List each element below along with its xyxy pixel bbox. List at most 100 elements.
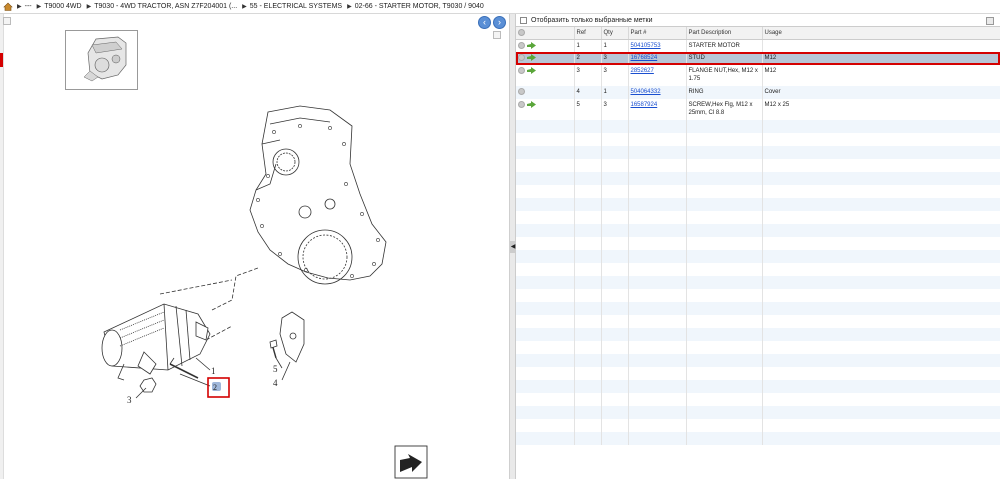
empty-cell [628, 224, 687, 237]
column-header-description[interactable]: Part Description [686, 27, 763, 40]
part-number-link[interactable]: 2852627 [631, 68, 654, 74]
empty-cell [686, 432, 763, 445]
empty-cell [516, 380, 575, 393]
empty-cell [628, 367, 687, 380]
row-part-number: 16768524 [628, 52, 687, 65]
breadcrumb-item[interactable]: ▶ --- [17, 3, 32, 10]
add-to-cart-arrow-icon[interactable] [527, 101, 536, 108]
empty-cell [574, 354, 602, 367]
circle-icon[interactable] [518, 54, 525, 61]
empty-cell [628, 315, 687, 328]
empty-cell [762, 224, 1000, 237]
breadcrumb-item[interactable]: ▶ T9030 - 4WD TRACTOR, ASN Z7F204001 (... [87, 3, 238, 10]
empty-cell [762, 393, 1000, 406]
empty-cell [762, 120, 1000, 133]
add-to-cart-arrow-icon[interactable] [527, 67, 536, 74]
table-row[interactable]: 4 1 504064332 RING Cover [516, 86, 1000, 99]
part-number-link[interactable]: 504064332 [631, 89, 661, 95]
column-header-qty[interactable]: Qty [601, 27, 629, 40]
empty-cell [762, 276, 1000, 289]
breadcrumb-item[interactable]: ▶ T9000 4WD [37, 3, 82, 10]
empty-cell [516, 159, 575, 172]
part-number-link[interactable]: 16587924 [631, 102, 658, 108]
callout-4[interactable]: 4 [273, 378, 278, 388]
empty-cell [762, 302, 1000, 315]
empty-cell [628, 289, 687, 302]
callout-1[interactable]: 1 [211, 366, 216, 376]
empty-cell [628, 380, 687, 393]
empty-cell [601, 211, 629, 224]
circle-icon[interactable] [518, 41, 525, 49]
empty-cell [574, 406, 602, 419]
column-header-ref[interactable]: Ref [574, 27, 602, 40]
add-to-cart-arrow-icon[interactable] [527, 41, 536, 49]
empty-row [516, 263, 1000, 276]
table-row[interactable]: 5 3 16587924 SCREW,Hex Flg, M12 x 25mm, Cl … [516, 99, 1000, 120]
breadcrumb-item[interactable]: ▶ 02-66 - STARTER MOTOR, T9030 / 9040 [347, 3, 484, 10]
empty-cell [516, 289, 575, 302]
column-header-part[interactable]: Part # [628, 27, 687, 40]
part-number-link[interactable]: 504105753 [631, 43, 661, 49]
empty-cell [574, 211, 602, 224]
empty-cell [762, 263, 1000, 276]
empty-cell [601, 276, 629, 289]
empty-cell [574, 367, 602, 380]
export-icon[interactable] [986, 17, 994, 25]
circle-icon[interactable] [518, 101, 525, 108]
callout-2[interactable]: 2 [213, 383, 217, 392]
row-usage [762, 39, 1000, 52]
row-qty: 1 [601, 86, 629, 99]
empty-cell [516, 263, 575, 276]
empty-cell [516, 237, 575, 250]
row-usage: M12 [762, 52, 1000, 65]
empty-row [516, 276, 1000, 289]
callout-5[interactable]: 5 [273, 364, 278, 374]
empty-cell [686, 380, 763, 393]
empty-cell [762, 289, 1000, 302]
table-row[interactable]: 1 1 504105753 STARTER MOTOR [516, 39, 1000, 52]
empty-cell [686, 133, 763, 146]
circle-icon[interactable] [518, 67, 525, 74]
empty-cell [574, 224, 602, 237]
empty-cell [601, 419, 629, 432]
empty-cell [762, 159, 1000, 172]
empty-cell [628, 133, 687, 146]
empty-cell [686, 367, 763, 380]
add-to-cart-arrow-icon[interactable] [527, 54, 536, 61]
empty-cell [601, 224, 629, 237]
empty-cell [516, 172, 575, 185]
empty-cell [601, 185, 629, 198]
column-header-usage[interactable]: Usage [762, 27, 1000, 40]
empty-cell [574, 198, 602, 211]
part-number-link[interactable]: 16768524 [631, 55, 658, 61]
breadcrumb-item[interactable]: ▶ 55 - ELECTRICAL SYSTEMS [242, 3, 342, 10]
empty-cell [516, 185, 575, 198]
empty-cell [686, 263, 763, 276]
empty-cell [601, 393, 629, 406]
empty-cell [574, 133, 602, 146]
row-ref: 5 [574, 99, 602, 120]
empty-cell [686, 419, 763, 432]
empty-cell [628, 159, 687, 172]
table-row[interactable]: 2 3 16768524 STUD M12 [516, 52, 1000, 65]
empty-cell [762, 185, 1000, 198]
empty-cell [516, 146, 575, 159]
empty-cell [762, 172, 1000, 185]
orientation-arrow-icon [394, 445, 428, 479]
triangle-right-icon: ▶ [36, 4, 42, 10]
empty-cell [762, 146, 1000, 159]
empty-cell [686, 250, 763, 263]
circle-icon[interactable] [518, 29, 525, 37]
show-selected-checkbox[interactable] [520, 16, 527, 24]
table-row[interactable]: 3 3 2852627 FLANGE NUT,Hex, M12 x 1.75 M12 [516, 65, 1000, 86]
callout-3[interactable]: 3 [127, 395, 132, 405]
home-icon[interactable] [3, 2, 13, 11]
empty-cell [686, 354, 763, 367]
empty-cell [686, 120, 763, 133]
empty-cell [762, 419, 1000, 432]
circle-icon[interactable] [518, 88, 525, 95]
empty-cell [574, 393, 602, 406]
empty-row [516, 224, 1000, 237]
row-qty: 3 [601, 65, 629, 86]
empty-cell [628, 276, 687, 289]
